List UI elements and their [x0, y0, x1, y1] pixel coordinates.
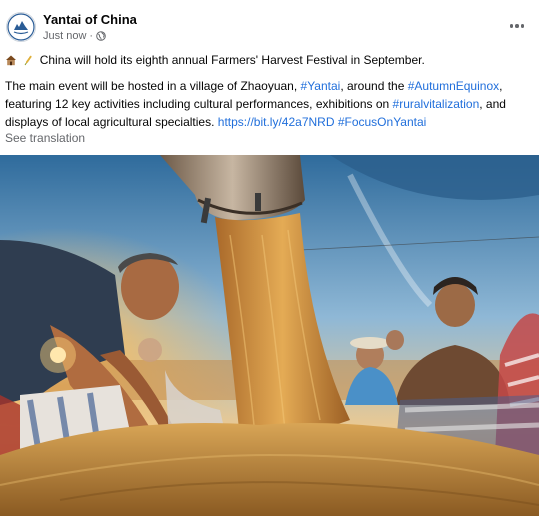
- short-url-link[interactable]: https://bit.ly/42a7NRD: [218, 115, 335, 129]
- post-text-line-1: China will hold its eighth annual Farmer…: [5, 51, 533, 71]
- harvest-grain-photo: [0, 155, 539, 516]
- post-text-line-4: displays of local agricultural specialti…: [5, 113, 533, 131]
- post-line-2-end: ,: [499, 79, 503, 93]
- house-emoji-icon: [5, 53, 17, 71]
- wheat-emoji-icon: [22, 53, 34, 71]
- post-line-2-mid: , around the: [340, 79, 408, 93]
- post-text: China will hold its eighth annual Farmer…: [5, 51, 533, 131]
- post-text-line-3: featuring 12 key activities including cu…: [5, 95, 533, 113]
- post-paragraph-2: The main event will be hosted in a villa…: [5, 77, 533, 131]
- post-meta: Just now ·: [43, 30, 106, 42]
- hashtag-ruralvitalization-link[interactable]: #ruralvitalization: [393, 97, 480, 111]
- post-card: Yantai of China Just now · China will ho…: [0, 0, 539, 516]
- post-line-2-text: The main event will be hosted in a villa…: [5, 79, 301, 93]
- hashtag-autumn-equinox-link[interactable]: #AutumnEquinox: [408, 79, 499, 93]
- more-options-dot: [520, 24, 525, 28]
- globe-icon[interactable]: [96, 31, 106, 41]
- post-line-3-end: , and: [479, 97, 506, 111]
- meta-separator: ·: [89, 30, 94, 42]
- post-photo[interactable]: [0, 155, 539, 516]
- page-avatar[interactable]: [6, 12, 36, 42]
- more-options-icon: [509, 24, 514, 28]
- hashtag-focusonyantai-link[interactable]: #FocusOnYantai: [338, 115, 427, 129]
- page-name[interactable]: Yantai of China: [43, 12, 137, 27]
- post-line-3-text: featuring 12 key activities including cu…: [5, 97, 393, 111]
- post-timestamp[interactable]: Just now: [43, 30, 86, 42]
- post-line-4-text: displays of local agricultural specialti…: [5, 115, 218, 129]
- see-translation-link[interactable]: See translation: [5, 131, 85, 145]
- more-options-button[interactable]: [505, 14, 529, 38]
- post-line-1: China will hold its eighth annual Farmer…: [39, 53, 425, 67]
- hashtag-yantai-link[interactable]: #Yantai: [301, 79, 341, 93]
- post-text-line-2: The main event will be hosted in a villa…: [5, 77, 533, 95]
- post-header: Yantai of China Just now ·: [0, 0, 539, 50]
- more-options-dot: [515, 24, 519, 28]
- yantai-logo-icon: [7, 13, 35, 41]
